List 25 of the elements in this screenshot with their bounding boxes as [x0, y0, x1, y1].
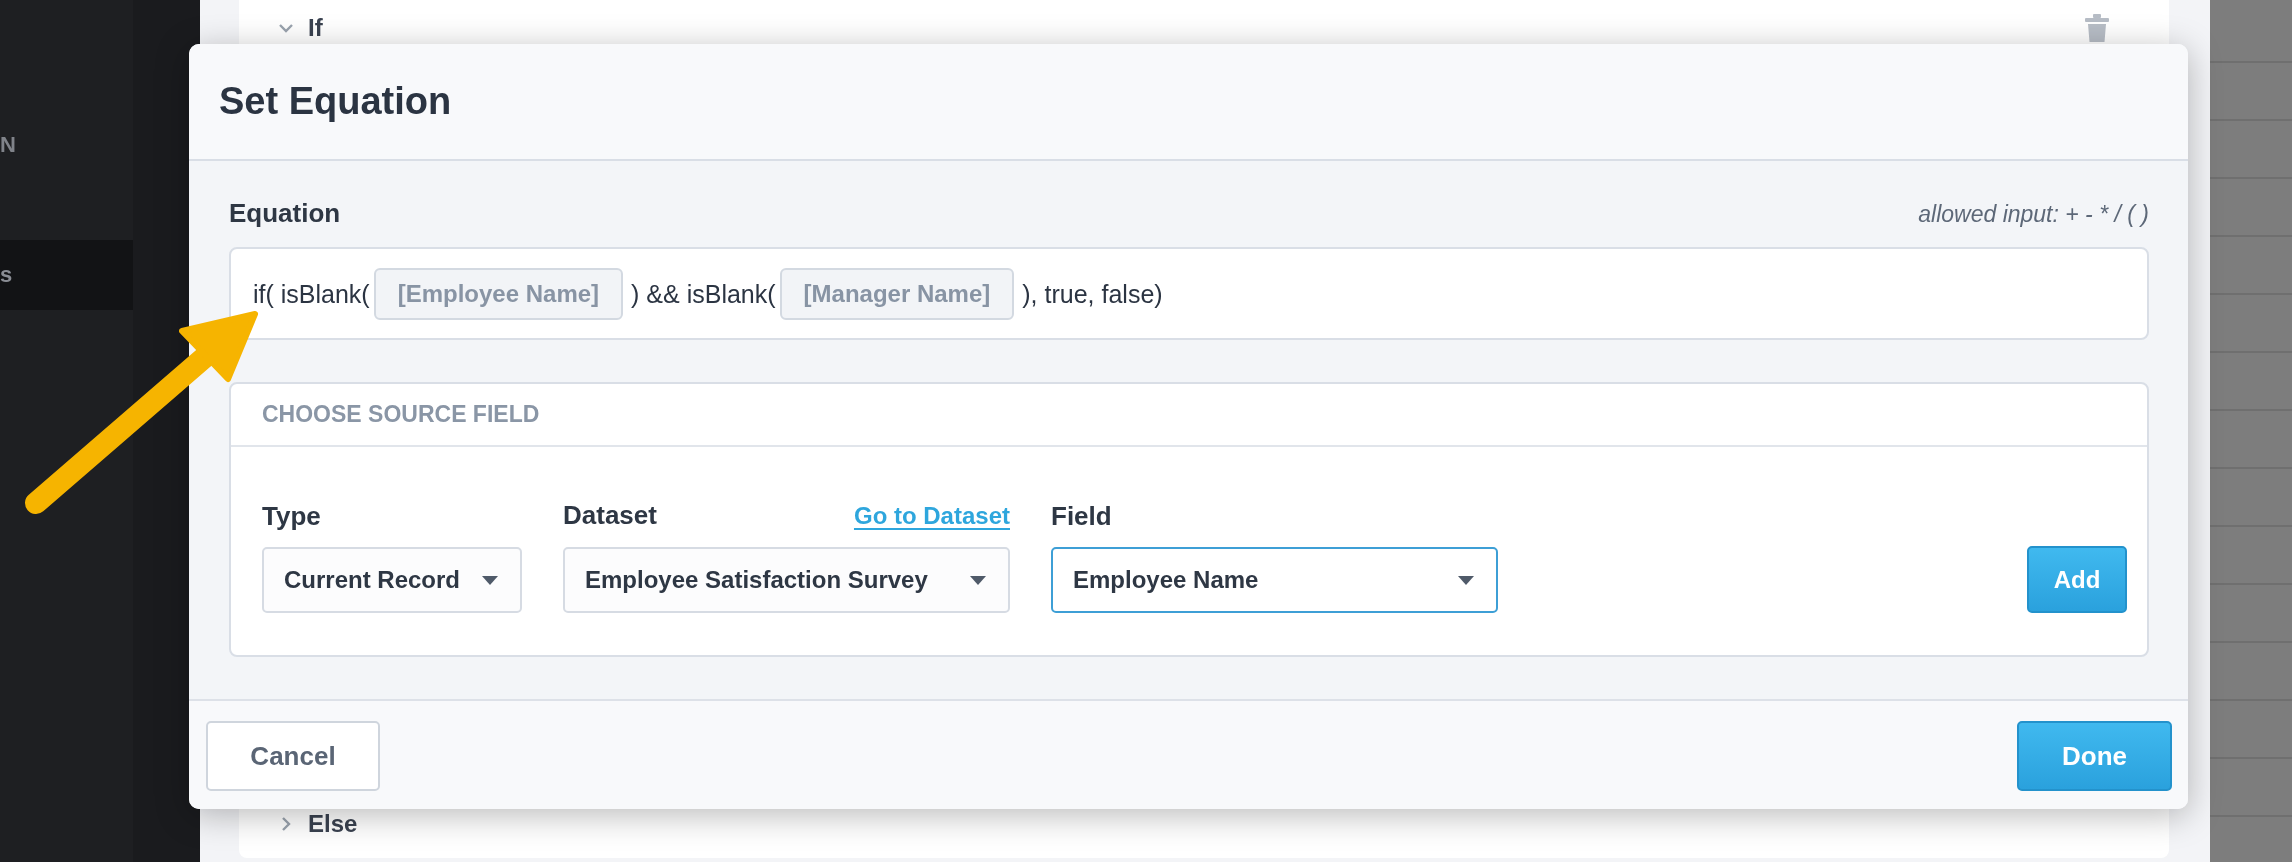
equation-text: ) && isBlank( [631, 278, 776, 309]
trash-icon[interactable] [2085, 14, 2109, 42]
field-token[interactable]: [Manager Name] [779, 267, 1015, 320]
dropdown[interactable]: Employee Satisfaction Survey [563, 547, 1010, 613]
equation-field[interactable]: if( isBlank( [Employee Name] ) && isBlank( [Manager Name] ), true, false) [229, 247, 2149, 340]
field-token[interactable]: [Employee Name] [373, 267, 624, 320]
caret-down-icon [482, 575, 498, 585]
field-label: Type [262, 500, 321, 532]
field-label: Dataset [563, 499, 657, 531]
equation-label: Equation [229, 197, 341, 229]
sidebar-item[interactable]: N [0, 110, 133, 180]
caret-down-icon [1458, 575, 1474, 585]
field-label: Field [1051, 500, 1112, 532]
cancel-button[interactable]: Cancel [206, 721, 380, 791]
dropdown[interactable]: Current Record [262, 547, 522, 613]
dialog-title: Set Equation [219, 80, 452, 123]
caret-down-icon [970, 575, 986, 585]
section-label: If [308, 14, 323, 42]
sidebar-item[interactable]: s [0, 240, 133, 310]
equation-text: ), true, false) [1022, 278, 1163, 309]
allowed-input-hint: allowed input: + - * / ( ) [1918, 200, 2149, 229]
equation-text: if( isBlank( [253, 278, 370, 309]
dropdown[interactable]: Employee Name [1051, 547, 1498, 613]
section-label: Else [308, 810, 358, 838]
panel-title: CHOOSE SOURCE FIELD [262, 401, 540, 428]
